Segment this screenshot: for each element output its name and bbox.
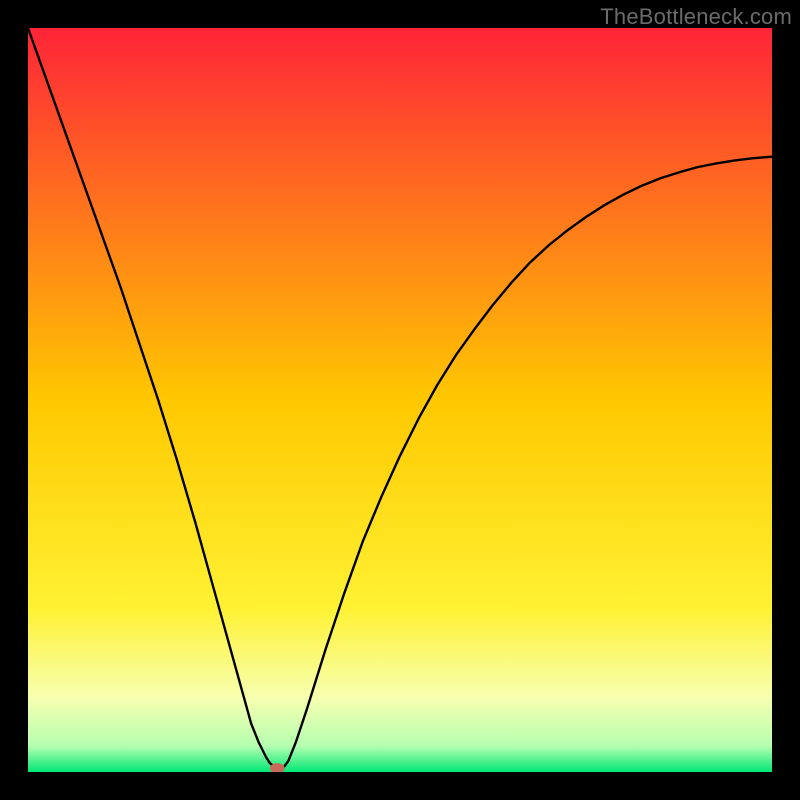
watermark-text: TheBottleneck.com (600, 4, 792, 30)
chart-frame: TheBottleneck.com (0, 0, 800, 800)
plot-background (28, 28, 772, 772)
chart-plot (28, 28, 772, 772)
